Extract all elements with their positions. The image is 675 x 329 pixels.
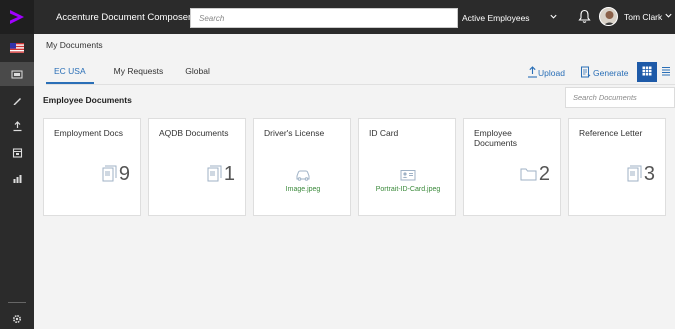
document-stack-icon [102, 165, 117, 184]
generate-button[interactable]: Generate [580, 66, 628, 80]
card-title: ID Card [369, 128, 399, 138]
upload-button[interactable]: Upload [527, 66, 565, 80]
document-card-aqdb-documents[interactable]: AQDB Documents 1 [148, 118, 246, 216]
tab-ec-usa[interactable]: EC USA [46, 62, 94, 84]
employee-filter-label: Active Employees [462, 13, 530, 23]
breadcrumb: My Documents [46, 40, 103, 50]
document-count: 3 [643, 163, 655, 185]
document-card-drivers-license[interactable]: Driver's License Image.jpeg [253, 118, 351, 216]
accenture-logo-icon[interactable] [0, 0, 34, 34]
folder-icon[interactable] [0, 62, 34, 86]
upload-icon [527, 66, 538, 80]
card-title: Driver's License [264, 128, 325, 138]
file-link[interactable]: Image.jpeg [254, 186, 352, 193]
tab-bar: EC USA My Requests Global [46, 62, 230, 84]
document-card-id-card[interactable]: ID Card Portrait-ID-Card.jpeg [358, 118, 456, 216]
section-title: Employee Documents [43, 95, 132, 105]
card-count: 2 [520, 163, 550, 186]
card-file: Portrait-ID-Card.jpeg [359, 169, 457, 193]
tab-my-requests[interactable]: My Requests [112, 62, 166, 84]
document-stack-icon [207, 165, 222, 184]
card-title: Reference Letter [579, 128, 643, 138]
card-count: 3 [627, 163, 655, 186]
employee-filter-dropdown[interactable]: Active Employees [458, 8, 570, 28]
calendar-doc-icon[interactable] [0, 140, 34, 164]
user-name[interactable]: Tom Clark [624, 12, 662, 22]
chart-icon[interactable] [0, 166, 34, 190]
file-link[interactable]: Portrait-ID-Card.jpeg [359, 186, 457, 193]
chevron-down-icon [549, 12, 558, 23]
document-count: 1 [223, 163, 235, 185]
document-count: 2 [538, 163, 550, 185]
folder-icon [520, 167, 537, 183]
card-count: 9 [102, 163, 130, 186]
document-card-employee-documents[interactable]: Employee Documents 2 [463, 118, 561, 216]
card-count: 1 [207, 163, 235, 186]
document-count: 9 [118, 163, 130, 185]
top-bar: Accenture Document Composer Active Emplo… [0, 0, 675, 34]
flag-us-icon[interactable] [0, 36, 34, 60]
grid-icon [642, 66, 652, 78]
card-title: AQDB Documents [159, 128, 229, 138]
card-title: Employee Documents [474, 128, 517, 148]
generate-label: Generate [593, 68, 629, 78]
document-search-input[interactable] [566, 88, 674, 107]
rail-divider [8, 302, 26, 303]
upload-icon[interactable] [0, 114, 34, 138]
generate-doc-icon [580, 66, 591, 80]
grid-view-toggle[interactable] [637, 62, 657, 82]
document-search [565, 87, 675, 108]
app-title: Accenture Document Composer [56, 12, 192, 23]
card-title: Employment Docs [54, 128, 123, 138]
id-card-icon [400, 170, 416, 183]
car-icon [295, 170, 311, 183]
list-view-toggle[interactable] [660, 62, 675, 82]
chevron-down-icon[interactable] [664, 11, 673, 22]
tab-global[interactable]: Global [183, 62, 212, 84]
document-card-employment-docs[interactable]: Employment Docs 9 [43, 118, 141, 216]
tab-divider [46, 84, 675, 85]
card-file: Image.jpeg [254, 169, 352, 193]
document-card-reference-letter[interactable]: Reference Letter 3 [568, 118, 666, 216]
global-search [190, 8, 458, 28]
bell-icon[interactable] [578, 9, 591, 26]
list-icon [660, 66, 670, 78]
left-nav-rail [0, 34, 34, 329]
upload-label: Upload [538, 68, 565, 78]
avatar[interactable] [599, 7, 618, 26]
document-stack-icon [627, 165, 642, 184]
global-search-input[interactable] [191, 9, 457, 27]
pencil-icon[interactable] [0, 88, 34, 112]
gear-icon[interactable] [0, 310, 34, 328]
